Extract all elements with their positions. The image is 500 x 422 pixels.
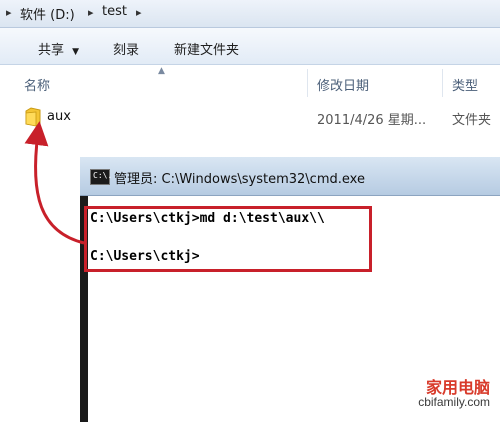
watermark-url: cbifamily.com [418,395,490,409]
annotation-arrow [24,121,85,245]
watermark: 家用电脑 cbifamily.com [372,374,492,414]
